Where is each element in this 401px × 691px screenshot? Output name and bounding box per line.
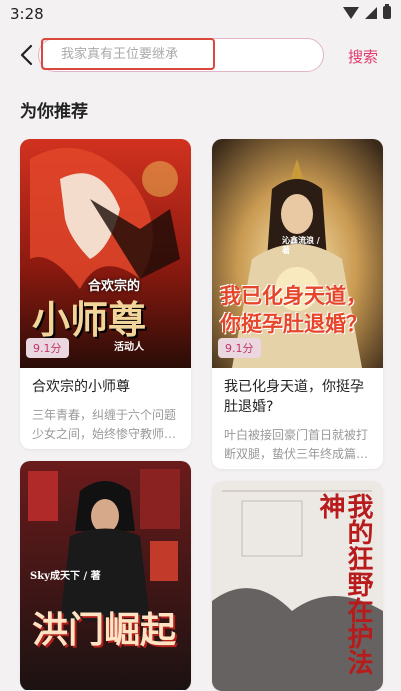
book-cover[interactable]: 我的狂野在护法神 bbox=[212, 481, 383, 691]
status-icons bbox=[343, 4, 391, 19]
book-cover[interactable]: 合欢宗的 小师尊 活动人 9.1分 bbox=[20, 139, 191, 368]
cover-author: Sky成天下 / 著 bbox=[30, 571, 101, 582]
book-card[interactable]: Sky成天下 / 著 洪门崛起 bbox=[20, 461, 191, 691]
cover-title-main: 洪门崛起 bbox=[32, 609, 177, 651]
book-card[interactable]: 我的狂野在护法神 bbox=[212, 481, 383, 691]
battery-icon bbox=[383, 4, 391, 19]
book-card[interactable]: 沁鑫流浪 / 著 我已化身天道，你挺孕肚退婚？ 9.1分 我已化身天道，你挺孕肚… bbox=[212, 139, 383, 469]
rating-badge: 9.1分 bbox=[218, 338, 261, 358]
book-description: 三年青春，纠缠于六个问题少女之间，始终惨守教师… bbox=[32, 408, 177, 441]
cover-title-main: 小师尊 bbox=[32, 297, 147, 342]
wifi-icon bbox=[343, 6, 359, 19]
book-card[interactable]: 合欢宗的 小师尊 活动人 9.1分 合欢宗的小师尊 三年青春，纠缠于六个问题少女… bbox=[20, 139, 191, 449]
search-input[interactable] bbox=[41, 38, 215, 70]
signal-icon bbox=[365, 6, 377, 19]
status-bar: 3:28 bbox=[0, 0, 401, 28]
cover-title-main: 我已化身天道，你挺孕肚退婚？ bbox=[220, 283, 367, 336]
status-time: 3:28 bbox=[10, 5, 44, 23]
search-box[interactable] bbox=[38, 38, 324, 72]
search-bar: 搜索 bbox=[0, 30, 401, 80]
book-title[interactable]: 我已化身天道，你挺孕肚退婚? bbox=[224, 377, 371, 417]
back-arrow-icon[interactable] bbox=[16, 40, 36, 70]
book-description: 叶白被接回豪门首日就被打断双腿，蛰伏三年终成篇… bbox=[224, 428, 369, 461]
section-title: 为你推荐 bbox=[20, 102, 88, 122]
cover-title-small: 活动人 bbox=[114, 342, 144, 353]
cover-title-main: 我的狂野在护法神 bbox=[315, 493, 373, 675]
rating-badge: 9.1分 bbox=[26, 338, 69, 358]
book-cover[interactable]: 沁鑫流浪 / 著 我已化身天道，你挺孕肚退婚？ 9.1分 bbox=[212, 139, 383, 368]
book-cover[interactable]: Sky成天下 / 著 洪门崛起 bbox=[20, 461, 191, 690]
search-button[interactable]: 搜索 bbox=[348, 46, 378, 67]
cover-author: 沁鑫流浪 / 著 bbox=[282, 235, 320, 255]
book-title[interactable]: 合欢宗的小师尊 bbox=[32, 377, 179, 397]
